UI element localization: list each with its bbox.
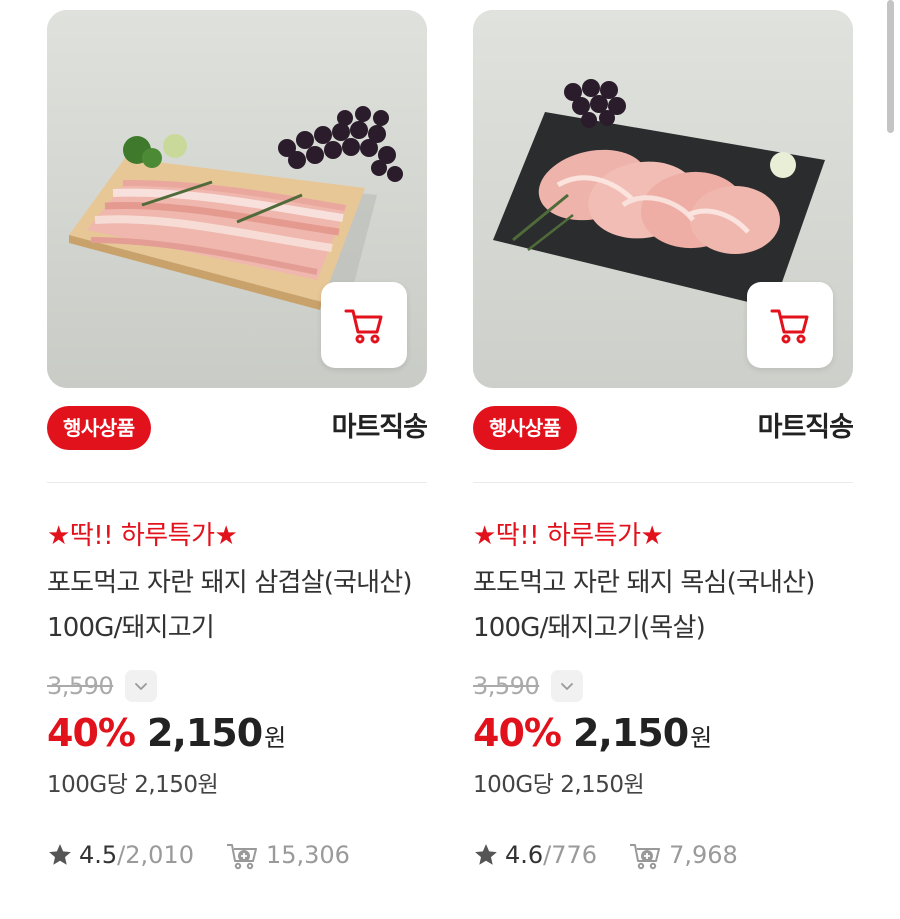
promo-text[interactable]: ★딱!! 하루특가★ xyxy=(473,519,853,553)
currency: 원 xyxy=(690,724,713,752)
cart-add-icon xyxy=(226,844,257,870)
price-detail-toggle[interactable] xyxy=(125,670,158,702)
product-name[interactable]: 포도먹고 자란 돼지 목심(국내산) 100G/돼지고기(목살) xyxy=(473,561,853,651)
add-to-cart-button[interactable] xyxy=(747,282,833,368)
product-image[interactable] xyxy=(473,10,853,388)
original-price: 3,590 xyxy=(47,672,114,700)
discount-rate: 40% xyxy=(47,711,136,755)
product-card[interactable]: 행사상품 마트직송 ★딱!! 하루특가★ 포도먹고 자란 돼지 목심(국내산) … xyxy=(473,10,854,873)
currency: 원 xyxy=(264,724,287,752)
product-card[interactable]: 행사상품 마트직송 ★딱!! 하루특가★ 포도먹고 자란 돼지 삼겹살(국내산)… xyxy=(47,10,428,873)
sale-price: 2,150 xyxy=(146,711,263,755)
vertical-scrollbar[interactable] xyxy=(887,0,894,133)
original-price-row: 3,590 xyxy=(473,669,853,703)
review-count[interactable]: /2,010 xyxy=(117,841,194,869)
star-icon xyxy=(49,844,71,865)
original-price-row: 3,590 xyxy=(47,669,427,703)
card-meta: 행사상품 마트직송 xyxy=(473,388,854,483)
star-icon xyxy=(475,844,497,865)
product-name[interactable]: 포도먹고 자란 돼지 삼겹살(국내산) 100G/돼지고기 xyxy=(47,561,427,651)
sale-price-row: 40% 2,150 원 xyxy=(473,711,853,757)
cart-icon xyxy=(344,309,383,344)
cart-add-icon xyxy=(630,844,661,870)
discount-rate: 40% xyxy=(473,711,562,755)
chevron-down-icon xyxy=(561,683,574,690)
product-image[interactable] xyxy=(47,10,427,388)
delivery-label: 마트직송 xyxy=(331,412,428,443)
price-detail-toggle[interactable] xyxy=(551,670,584,702)
cart-count: 15,306 xyxy=(265,841,350,869)
product-stats: 4.6 /776 7,968 xyxy=(473,837,853,873)
original-price: 3,590 xyxy=(473,672,540,700)
sale-price-row: 40% 2,150 원 xyxy=(47,711,427,757)
cart-icon xyxy=(770,309,809,344)
event-badge: 행사상품 xyxy=(47,406,151,450)
product-stats: 4.5 /2,010 15,306 xyxy=(47,837,427,873)
add-to-cart-button[interactable] xyxy=(321,282,407,368)
chevron-down-icon xyxy=(135,683,148,690)
card-meta: 행사상품 마트직송 xyxy=(47,388,428,483)
sale-price: 2,150 xyxy=(572,711,689,755)
unit-price: 100G당 2,150원 xyxy=(47,772,219,798)
review-count[interactable]: /776 xyxy=(543,841,597,869)
cart-count: 7,968 xyxy=(669,841,738,869)
unit-price: 100G당 2,150원 xyxy=(473,772,645,798)
event-badge: 행사상품 xyxy=(473,406,577,450)
product-grid: 행사상품 마트직송 ★딱!! 하루특가★ 포도먹고 자란 돼지 삼겹살(국내산)… xyxy=(0,0,900,919)
promo-text[interactable]: ★딱!! 하루특가★ xyxy=(47,519,427,553)
delivery-label: 마트직송 xyxy=(757,412,854,443)
rating-value: 4.6 xyxy=(505,841,544,869)
rating-value: 4.5 xyxy=(79,841,118,869)
